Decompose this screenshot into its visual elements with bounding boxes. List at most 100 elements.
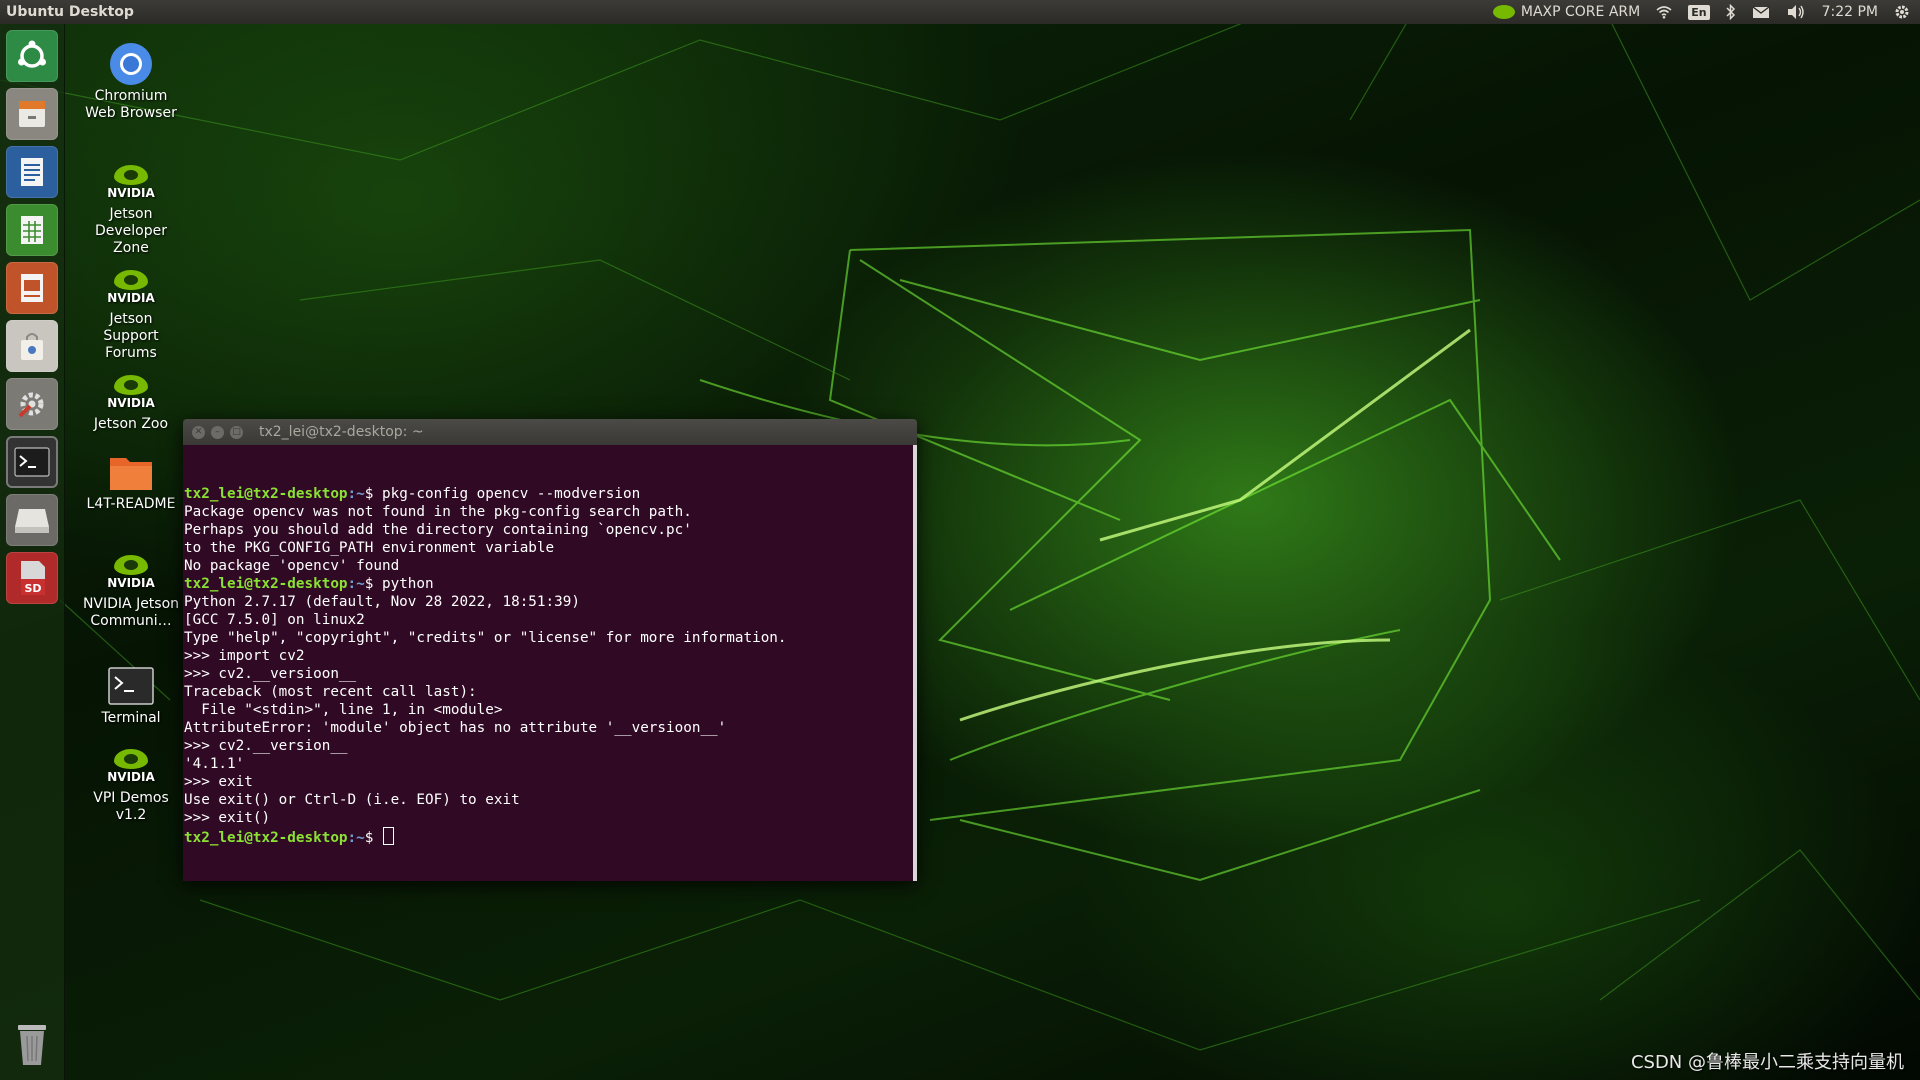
nvidia-icon: NVIDIA [107,270,155,304]
panel-title: Ubuntu Desktop [6,4,134,20]
terminal-line: Package opencv was not found in the pkg-… [184,504,692,520]
terminal-lines: tx2_lei@tx2-desktop:~$ pkg-config opencv… [183,485,917,846]
language-indicator[interactable]: En [1688,4,1710,20]
prompt-path: :~ [347,576,365,592]
command-text: pkg-config opencv --modversion [381,486,641,502]
desktop-icon-chromium[interactable]: Chromium Web Browser [82,43,180,122]
desktop-icon-label: Jetson Developer Zone [94,206,167,256]
desktop-icon-label: L4T-README [86,496,176,512]
terminal-line: >>> cv2.__versioon__ [184,666,357,682]
launcher-writer[interactable] [6,146,58,198]
terminal-line: tx2_lei@tx2-desktop:~$ python [183,575,917,593]
nvidia-icon: NVIDIA [107,165,155,199]
terminal-window[interactable]: ✕ – □ tx2_lei@tx2-desktop: ~ tx2_lei@tx2… [183,419,917,881]
desktop: Ubuntu Desktop MAXP CORE ARM En 7:22 PM [0,0,1920,1080]
nvidia-icon: NVIDIA [107,749,155,783]
terminal-line: Type "help", "copyright", "credits" or "… [184,630,787,646]
terminal-line: tx2_lei@tx2-desktop:~$ [183,827,917,846]
file-cabinet-icon [19,101,45,127]
trash-icon [18,1025,46,1065]
desktop-icon-label: VPI Demos v1.2 [93,790,169,823]
text-cursor [382,827,394,845]
ubuntu-logo-icon [18,40,46,68]
launcher-drive[interactable] [6,494,58,546]
desktop-icon-l4t-readme[interactable]: L4T-README [82,452,180,513]
launcher-sd-card[interactable]: SD [6,552,58,604]
terminal-line: >>> import cv2 [184,648,305,664]
wifi-icon[interactable] [1656,5,1672,19]
launcher-settings[interactable] [6,378,58,430]
volume-icon[interactable] [1786,4,1806,20]
spreadsheet-icon [21,216,43,244]
terminal-line: to the PKG_CONFIG_PATH environment varia… [184,540,555,556]
launcher: SD [0,24,65,1080]
terminal-line: No package 'opencv' found [184,558,400,574]
terminal-icon [108,667,154,705]
terminal-scrollbar[interactable] [913,445,917,881]
session-gear-icon[interactable] [1894,4,1910,20]
desktop-icon-jetson-support-forums[interactable]: NVIDIA Jetson Support Forums [82,267,180,362]
launcher-calc[interactable] [6,204,58,256]
folder-icon [110,458,152,490]
terminal-line: [GCC 7.5.0] on linux2 [184,612,365,628]
nvpmodel-label: MAXP CORE ARM [1520,4,1641,20]
terminal-line: >>> exit [184,774,253,790]
terminal-line: tx2_lei@tx2-desktop:~$ pkg-config opencv… [183,485,917,503]
launcher-impress[interactable] [6,262,58,314]
terminal-output[interactable]: tx2_lei@tx2-desktop:~$ pkg-config opencv… [183,445,917,881]
terminal-line: Traceback (most recent call last): [184,684,477,700]
desktop-icon-vpi-demos[interactable]: NVIDIA VPI Demos v1.2 [82,746,180,824]
mail-icon[interactable] [1752,5,1770,19]
desktop-icon-jetson-zoo[interactable]: NVIDIA Jetson Zoo [82,372,180,433]
terminal-line: AttributeError: 'module' object has no a… [184,720,727,736]
nvpmodel-indicator[interactable]: MAXP CORE ARM [1492,4,1641,20]
close-button[interactable]: ✕ [192,425,205,439]
desktop-icon-label: NVIDIA Jetson Communi… [82,596,180,629]
launcher-trash[interactable] [6,1018,58,1070]
desktop-icon-label: Jetson Support Forums [103,311,159,361]
terminal-line: >>> exit() [184,810,271,826]
sd-card-icon: SD [21,561,45,595]
maximize-icon: □ [232,426,241,437]
terminal-line: File "<stdin>", line 1, in <module> [184,702,503,718]
clock[interactable]: 7:22 PM [1822,4,1878,20]
minimize-icon: – [215,426,220,437]
terminal-titlebar[interactable]: ✕ – □ tx2_lei@tx2-desktop: ~ [183,419,917,445]
document-icon [21,158,43,186]
launcher-terminal[interactable] [6,436,58,488]
maximize-button[interactable]: □ [230,425,243,439]
terminal-icon [14,447,50,477]
prompt-path: :~ [347,486,365,502]
desktop-icon-terminal[interactable]: Terminal [82,666,180,727]
language-badge: En [1688,4,1710,20]
desktop-icon-label: Jetson Zoo [93,416,169,432]
desktop-icon-nvidia-jetson-community[interactable]: NVIDIA NVIDIA Jetson Communi… [82,552,180,630]
prompt-user: tx2_lei@tx2-desktop [184,486,348,502]
top-panel: Ubuntu Desktop MAXP CORE ARM En 7:22 PM [0,0,1920,24]
terminal-title: tx2_lei@tx2-desktop: ~ [259,424,424,440]
bluetooth-icon[interactable] [1726,4,1736,20]
nvidia-icon: NVIDIA [107,375,155,409]
minimize-button[interactable]: – [211,425,224,439]
shopping-bag-icon [21,333,43,360]
terminal-line: Use exit() or Ctrl-D (i.e. EOF) to exit [184,792,520,808]
desktop-icon-label: Chromium Web Browser [85,88,177,121]
prompt-user: tx2_lei@tx2-desktop [184,576,348,592]
terminal-line: >>> cv2.__version__ [184,738,348,754]
chromium-icon [110,43,152,85]
launcher-ubuntu-dash[interactable] [6,30,58,82]
prompt-symbol: $ [364,486,382,502]
launcher-software[interactable] [6,320,58,372]
prompt-symbol: $ [364,830,382,846]
nvidia-eye-icon [1492,5,1515,19]
close-icon: ✕ [194,426,203,437]
launcher-files[interactable] [6,88,58,140]
desktop-icon-jetson-developer-zone[interactable]: NVIDIA Jetson Developer Zone [82,162,180,257]
panel-indicators: MAXP CORE ARM En 7:22 PM [1492,4,1910,20]
terminal-line: Python 2.7.17 (default, Nov 28 2022, 18:… [184,594,580,610]
disk-drive-icon [15,509,49,533]
prompt-user: tx2_lei@tx2-desktop [184,830,348,846]
desktop-icon-label: Terminal [101,710,161,726]
terminal-line: Perhaps you should add the directory con… [184,522,692,538]
command-text: python [381,576,434,592]
